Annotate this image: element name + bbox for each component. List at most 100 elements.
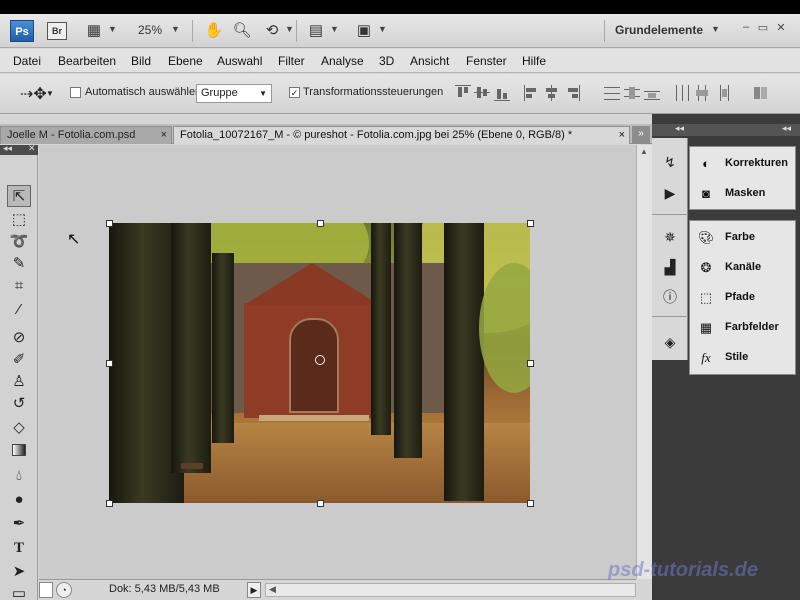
more-tabs-button[interactable]: » xyxy=(632,126,650,144)
bridge-button[interactable]: Br xyxy=(47,22,67,40)
transform-handle-bottom[interactable] xyxy=(317,500,324,507)
distribute-horizontal-center-icon[interactable] xyxy=(694,85,710,101)
workspace-dropdown-icon[interactable]: ▼ xyxy=(711,24,720,34)
hand-tool-icon[interactable]: ✋ xyxy=(204,22,224,40)
menu-bild[interactable]: Bild xyxy=(131,54,151,68)
navigator-panel-icon[interactable]: ✵ xyxy=(661,228,679,246)
panel-kanaele[interactable]: ❂ Kanäle xyxy=(690,253,795,283)
distribute-left-icon[interactable] xyxy=(674,85,690,101)
document-image[interactable] xyxy=(109,223,530,503)
zoom-dropdown-icon[interactable]: ▼ xyxy=(171,24,180,34)
status-info-icon[interactable]: ◔ xyxy=(56,582,72,598)
screen-mode-icon[interactable]: ▣ xyxy=(354,22,374,40)
vertical-scrollbar[interactable]: ▲ xyxy=(636,145,652,579)
transform-handle-bottom-left[interactable] xyxy=(106,500,113,507)
minimize-button[interactable]: – xyxy=(738,21,754,33)
close-icon[interactable]: ✕ xyxy=(28,143,36,154)
distribute-bottom-icon[interactable] xyxy=(644,85,660,101)
menu-ebene[interactable]: Ebene xyxy=(168,54,203,68)
align-bottom-icon[interactable] xyxy=(494,85,510,101)
transform-controls-checkbox[interactable]: ✓ xyxy=(289,87,300,98)
close-icon[interactable]: × xyxy=(161,127,167,143)
align-top-icon[interactable] xyxy=(455,85,471,101)
transform-handle-left[interactable] xyxy=(106,360,113,367)
path-selection-tool-icon[interactable]: ➤ xyxy=(7,561,31,583)
zoom-tool-icon[interactable]: 🔍︎ xyxy=(232,22,252,40)
screen-mode-dropdown-icon[interactable]: ▼ xyxy=(378,24,387,34)
menu-fenster[interactable]: Fenster xyxy=(466,54,507,68)
expand-icon[interactable]: ◂◂ xyxy=(782,123,791,134)
menu-bearbeiten[interactable]: Bearbeiten xyxy=(58,54,116,68)
zoom-level[interactable]: 25% xyxy=(138,23,162,37)
panel-farbfelder[interactable]: ▦ Farbfelder xyxy=(690,313,795,343)
auto-select-type-dropdown[interactable]: Gruppe ▼ xyxy=(196,84,272,103)
distribute-right-icon[interactable] xyxy=(714,85,730,101)
clone-stamp-tool-icon[interactable]: ♙ xyxy=(7,371,31,393)
transform-handle-top-left[interactable] xyxy=(106,220,113,227)
status-zoom-field[interactable] xyxy=(39,582,53,598)
dodge-tool-icon[interactable]: ● xyxy=(7,489,31,511)
marquee-tool-icon[interactable]: ⬚ xyxy=(7,209,31,231)
menu-3d[interactable]: 3D xyxy=(379,54,394,68)
close-icon[interactable]: × xyxy=(619,127,625,143)
rotate-dropdown-icon[interactable]: ▼ xyxy=(285,24,294,34)
scroll-left-icon[interactable]: ◀ xyxy=(269,584,276,595)
document-canvas[interactable]: ↖ xyxy=(39,145,636,579)
menu-analyse[interactable]: Analyse xyxy=(321,54,364,68)
actions-panel-icon[interactable]: ▶ xyxy=(661,184,679,202)
move-tool-preset-icon[interactable]: ⇢✥ xyxy=(20,84,47,104)
healing-brush-tool-icon[interactable]: ⊘ xyxy=(7,327,31,349)
history-panel-icon[interactable]: ↯ xyxy=(661,153,679,171)
distribute-vertical-center-icon[interactable] xyxy=(624,85,640,101)
transform-handle-bottom-right[interactable] xyxy=(527,500,534,507)
maximize-button[interactable]: ▭ xyxy=(755,21,771,34)
shape-tool-icon[interactable]: ▭ xyxy=(7,583,31,600)
collapse-icon[interactable]: ◂◂ xyxy=(3,143,12,154)
history-brush-tool-icon[interactable]: ↺ xyxy=(7,393,31,415)
distribute-top-icon[interactable] xyxy=(604,85,620,101)
layers-panel-icon[interactable]: ◈ xyxy=(661,333,679,351)
type-tool-icon[interactable]: T xyxy=(7,537,31,559)
panel-stile[interactable]: fx Stile xyxy=(690,343,795,373)
menu-ansicht[interactable]: Ansicht xyxy=(410,54,449,68)
gradient-tool-icon[interactable] xyxy=(7,441,31,463)
align-vertical-center-icon[interactable] xyxy=(474,85,490,101)
crop-tool-icon[interactable]: ⌗ xyxy=(7,275,31,297)
align-right-icon[interactable] xyxy=(564,85,580,101)
tab-fotolia-jpg[interactable]: Fotolia_10072167_M - © pureshot - Fotoli… xyxy=(173,126,630,144)
auto-align-layers-icon[interactable] xyxy=(752,85,768,101)
brush-tool-icon[interactable]: ✐ xyxy=(7,349,31,371)
move-tool-icon[interactable]: ⇱ xyxy=(7,185,31,207)
panel-korrekturen[interactable]: ◐ Korrekturen xyxy=(690,149,795,179)
transform-handle-right[interactable] xyxy=(527,360,534,367)
dock-header[interactable]: ◂◂ ◂◂ xyxy=(652,123,800,136)
expand-icon[interactable]: ◂◂ xyxy=(675,123,684,134)
status-menu-button[interactable]: ▶ xyxy=(247,582,261,598)
align-horizontal-center-icon[interactable] xyxy=(544,85,560,101)
quick-selection-tool-icon[interactable]: ✎ xyxy=(7,253,31,275)
align-left-icon[interactable] xyxy=(524,85,540,101)
panel-pfade[interactable]: ⬚ Pfade xyxy=(690,283,795,313)
eyedropper-tool-icon[interactable]: ⁄ xyxy=(7,299,31,321)
menu-datei[interactable]: Datei xyxy=(13,54,41,68)
eraser-tool-icon[interactable]: ◇ xyxy=(7,417,31,439)
menu-auswahl[interactable]: Auswahl xyxy=(217,54,262,68)
info-panel-icon[interactable]: ⓘ xyxy=(661,288,679,306)
menu-hilfe[interactable]: Hilfe xyxy=(522,54,546,68)
extras-icon[interactable]: ▦ xyxy=(84,22,104,40)
auto-select-checkbox[interactable] xyxy=(70,87,81,98)
transform-handle-top-right[interactable] xyxy=(527,220,534,227)
tool-preset-dropdown-icon[interactable]: ▼ xyxy=(46,89,54,98)
toolbox-header[interactable]: ◂◂ ✕ xyxy=(0,143,38,155)
close-button[interactable]: ✕ xyxy=(773,21,789,34)
menu-filter[interactable]: Filter xyxy=(278,54,305,68)
blur-tool-icon[interactable]: 💧︎ xyxy=(7,465,31,487)
workspace-switcher[interactable]: Grundelemente xyxy=(615,23,703,37)
panel-masken[interactable]: ◙ Masken xyxy=(690,179,795,209)
rotate-view-icon[interactable]: ⟲ xyxy=(262,22,282,40)
extras-dropdown-icon[interactable]: ▼ xyxy=(108,24,117,34)
lasso-tool-icon[interactable]: ➰ xyxy=(7,231,31,253)
arrange-documents-icon[interactable]: ▤ xyxy=(306,22,326,40)
pen-tool-icon[interactable]: ✒ xyxy=(7,513,31,535)
scroll-up-icon[interactable]: ▲ xyxy=(640,147,648,156)
